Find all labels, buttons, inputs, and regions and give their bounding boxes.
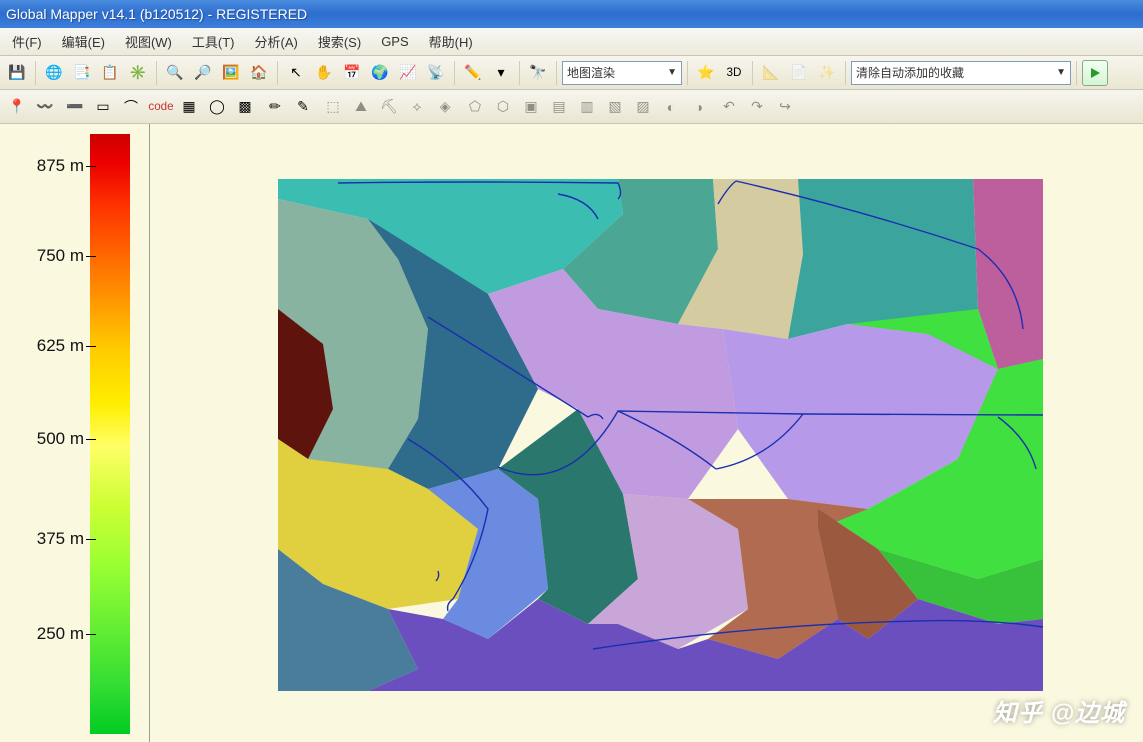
digitize-point-icon[interactable]: 📍 — [4, 94, 30, 120]
edit-arc-icon[interactable]: ⌒ — [118, 94, 144, 120]
save-icon[interactable]: 💾 — [4, 60, 30, 86]
tool-2-icon: ⛰ — [348, 94, 374, 120]
menu-gps[interactable]: GPS — [371, 30, 418, 53]
globe-icon[interactable]: 🌐 — [41, 60, 67, 86]
stream-line — [803, 414, 1043, 415]
measure-icon: 📐 — [758, 60, 784, 86]
toolbar-digitize: 📍 〰️ ➖ ▭ ⌒ code ▦ ◯ ▩ ✏ ✎ ⬚ ⛰ ⛏ ⟡ ◈ ⬠ ⬡ … — [0, 90, 1143, 124]
pencil-b-icon[interactable]: ✎ — [290, 94, 316, 120]
home-icon[interactable]: 🏠 — [246, 60, 272, 86]
shape-6-icon: ▧ — [602, 94, 628, 120]
legend-label: 625 m — [37, 336, 84, 356]
undo-icon: ↶ — [716, 94, 742, 120]
favorites-combo[interactable]: 清除自动添加的收藏 ▼ — [851, 61, 1071, 85]
menu-tools[interactable]: 工具(T) — [182, 28, 245, 55]
legend-label: 750 m — [37, 246, 84, 266]
tool-1-icon: ⬚ — [320, 94, 346, 120]
content-area: 875 m 750 m 625 m 500 m 375 m 250 m 知乎 @… — [0, 124, 1143, 742]
digitize-curve-icon[interactable]: 〰️ — [32, 94, 58, 120]
menu-help[interactable]: 帮助(H) — [419, 28, 483, 55]
shape-4-icon: ▤ — [546, 94, 572, 120]
clipboard-icon: 📄 — [786, 60, 812, 86]
menu-view[interactable]: 视图(W) — [115, 28, 182, 55]
favorites-icon[interactable]: ⭐ — [693, 60, 719, 86]
toolbar-main: 💾 🌐 📑 📋 ✳️ 🔍 🔎 🖼️ 🏠 ↖ ✋ 📅 🌍 📈 📡 ✏️ ▾ 🔭 地… — [0, 56, 1143, 90]
elevation-legend: 875 m 750 m 625 m 500 m 375 m 250 m — [0, 124, 150, 742]
3d-icon[interactable]: 3D — [721, 60, 747, 86]
full-extent-icon[interactable]: 🖼️ — [218, 60, 244, 86]
watermark: 知乎 @边城 — [993, 693, 1125, 728]
pan-icon[interactable]: ✋ — [311, 60, 337, 86]
overlay-control-icon[interactable]: 📋 — [97, 60, 123, 86]
menubar: 件(F) 编辑(E) 视图(W) 工具(T) 分析(A) 搜索(S) GPS 帮… — [0, 28, 1143, 56]
zoom-out-icon[interactable]: 🔎 — [190, 60, 216, 86]
redo-icon: ↷ — [744, 94, 770, 120]
next-icon: ↪ — [772, 94, 798, 120]
chevron-down-icon: ▼ — [667, 67, 677, 78]
edit-poly-icon[interactable]: ▭ — [90, 94, 116, 120]
tool-3-icon: ⛏ — [376, 94, 402, 120]
menu-search[interactable]: 搜索(S) — [308, 28, 371, 55]
map-canvas[interactable] — [278, 179, 1043, 691]
edit-line-icon[interactable]: ➖ — [62, 94, 88, 120]
tool-4-icon: ⟡ — [404, 94, 430, 120]
shape-2-icon: ⬡ — [490, 94, 516, 120]
shape-5-icon: ▥ — [574, 94, 600, 120]
chevron-down-icon: ▼ — [1056, 67, 1066, 78]
play-button[interactable] — [1082, 60, 1108, 86]
titlebar: Global Mapper v14.1 (b120512) - REGISTER… — [0, 0, 1143, 28]
pencil-a-icon[interactable]: ✏ — [262, 94, 288, 120]
color-ramp — [90, 134, 130, 734]
layers-icon[interactable]: 📑 — [69, 60, 95, 86]
map-layout-combo[interactable]: 地图渲染 ▼ — [562, 61, 682, 85]
binoculars-icon[interactable]: 🔭 — [525, 60, 551, 86]
menu-analysis[interactable]: 分析(A) — [245, 28, 308, 55]
dropdown-icon[interactable]: ▾ — [488, 60, 514, 86]
shape-8-icon: ◐ — [658, 94, 684, 120]
grid-icon[interactable]: ▩ — [232, 94, 258, 120]
combo-value: 清除自动添加的收藏 — [856, 64, 964, 81]
config-icon[interactable]: ✳️ — [125, 60, 151, 86]
map-view[interactable] — [150, 124, 1143, 742]
shape-3-icon: ▣ — [518, 94, 544, 120]
legend-label: 500 m — [37, 429, 84, 449]
star-icon: ✨ — [814, 60, 840, 86]
zoom-in-icon[interactable]: 🔍 — [162, 60, 188, 86]
chart-icon[interactable]: 📈 — [395, 60, 421, 86]
menu-file[interactable]: 件(F) — [2, 28, 52, 55]
calendar-icon[interactable]: 📅 — [339, 60, 365, 86]
tool-5-icon: ◈ — [432, 94, 458, 120]
code-icon[interactable]: code — [148, 94, 174, 120]
draw-line-icon[interactable]: ✏️ — [460, 60, 486, 86]
legend-labels: 875 m 750 m 625 m 500 m 375 m 250 m — [6, 134, 90, 734]
window-title: Global Mapper v14.1 (b120512) - REGISTER… — [6, 6, 307, 22]
legend-label: 875 m — [37, 156, 84, 176]
gps-icon[interactable]: 📡 — [423, 60, 449, 86]
grid3-icon[interactable]: ▦ — [176, 94, 202, 120]
menu-edit[interactable]: 编辑(E) — [52, 28, 115, 55]
globe-zoom-icon[interactable]: 🌍 — [367, 60, 393, 86]
shape-9-icon: ◑ — [686, 94, 712, 120]
legend-label: 250 m — [37, 624, 84, 644]
pointer-icon[interactable]: ↖ — [283, 60, 309, 86]
shape-7-icon: ▨ — [630, 94, 656, 120]
combo-value: 地图渲染 — [567, 64, 615, 81]
legend-label: 375 m — [37, 529, 84, 549]
shape-1-icon: ⬠ — [462, 94, 488, 120]
ellipse-icon[interactable]: ◯ — [204, 94, 230, 120]
